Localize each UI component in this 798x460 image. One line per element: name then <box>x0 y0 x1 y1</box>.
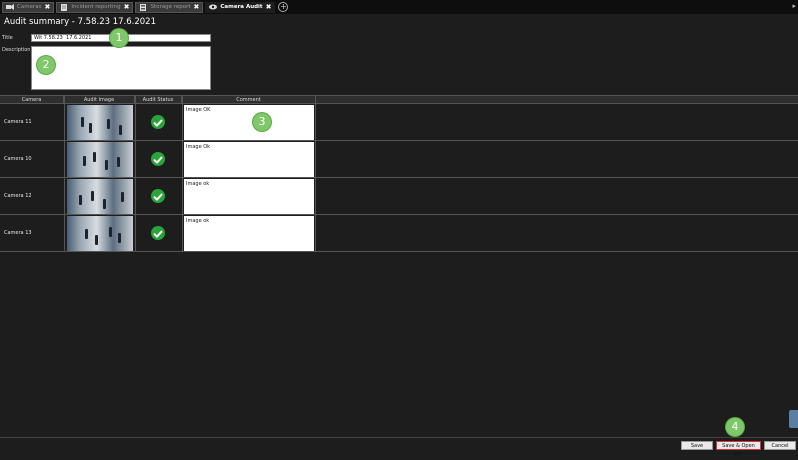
tab-scroll-icon[interactable]: ▸ <box>792 2 796 10</box>
storage-icon <box>139 3 147 11</box>
side-panel-handle[interactable] <box>789 410 798 428</box>
title-label: Title <box>2 35 13 41</box>
tab-camera-audit[interactable]: Camera Audit ✖ <box>205 1 276 13</box>
comment-field[interactable]: Image Ok <box>184 142 314 177</box>
page-title: Audit summary - 7.58.23 17.6.2021 <box>4 17 156 27</box>
tab-label: Camera Audit <box>220 4 263 10</box>
callout-badge-2: 2 <box>37 56 55 74</box>
add-tab-icon[interactable]: + <box>278 2 289 12</box>
column-divider <box>182 95 183 252</box>
close-icon[interactable]: ✖ <box>124 3 130 11</box>
table-row[interactable]: Camera 10 Image Ok <box>0 141 798 178</box>
tab-label: Incident reporting <box>71 4 121 10</box>
document-icon <box>60 3 68 11</box>
column-divider <box>64 95 65 252</box>
comment-field[interactable]: Image ok <box>184 179 314 214</box>
tab-bar: Cameras ✖ Incident reporting ✖ Storage r… <box>0 0 798 14</box>
table-row[interactable]: Camera 11 Image OK <box>0 104 798 141</box>
table-row[interactable]: Camera 12 Image ok <box>0 178 798 215</box>
close-icon[interactable]: ✖ <box>266 3 272 11</box>
check-icon <box>151 115 165 129</box>
tab-incident-reporting[interactable]: Incident reporting ✖ <box>56 1 134 13</box>
audit-image[interactable] <box>67 142 133 177</box>
column-header-audit-status[interactable]: Audit Status <box>135 96 182 104</box>
check-icon <box>151 152 165 166</box>
callout-badge-1: 1 <box>110 29 128 47</box>
column-header-camera[interactable]: Camera <box>0 96 64 104</box>
tab-label: Storage report <box>150 4 191 10</box>
eye-icon <box>209 4 218 10</box>
description-input[interactable] <box>31 46 211 90</box>
check-icon <box>151 226 165 240</box>
callout-badge-4: 4 <box>726 418 744 436</box>
tab-storage-report[interactable]: Storage report ✖ <box>135 1 204 13</box>
bottom-divider <box>0 437 798 438</box>
table-header: Camera Audit Image Audit Status Comment <box>0 95 798 104</box>
tab-label: Cameras <box>17 4 42 10</box>
comment-field[interactable]: Image ok <box>184 216 314 251</box>
camera-name: Camera 11 <box>4 119 32 125</box>
audit-table: Camera Audit Image Audit Status Comment … <box>0 95 798 255</box>
close-icon[interactable]: ✖ <box>194 3 200 11</box>
comment-field[interactable]: Image OK <box>184 105 314 140</box>
camera-icon <box>6 4 14 10</box>
audit-image[interactable] <box>67 105 133 140</box>
camera-name: Camera 13 <box>4 230 32 236</box>
check-icon <box>151 189 165 203</box>
camera-name: Camera 10 <box>4 156 32 162</box>
description-label: Description <box>2 47 31 53</box>
cancel-button[interactable]: Cancel <box>764 441 796 450</box>
table-row[interactable]: Camera 13 Image ok <box>0 215 798 252</box>
save-button[interactable]: Save <box>681 441 713 450</box>
column-header-audit-image[interactable]: Audit Image <box>64 96 135 104</box>
column-header-comment[interactable]: Comment <box>182 96 316 104</box>
column-divider <box>315 95 316 252</box>
callout-badge-3: 3 <box>253 113 271 131</box>
tab-cameras[interactable]: Cameras ✖ <box>2 1 55 13</box>
save-open-pdf-button[interactable]: Save & Open PDF <box>716 441 761 458</box>
column-divider <box>135 95 136 252</box>
audit-image[interactable] <box>67 216 133 251</box>
close-icon[interactable]: ✖ <box>44 3 50 11</box>
camera-name: Camera 12 <box>4 193 32 199</box>
audit-image[interactable] <box>67 179 133 214</box>
